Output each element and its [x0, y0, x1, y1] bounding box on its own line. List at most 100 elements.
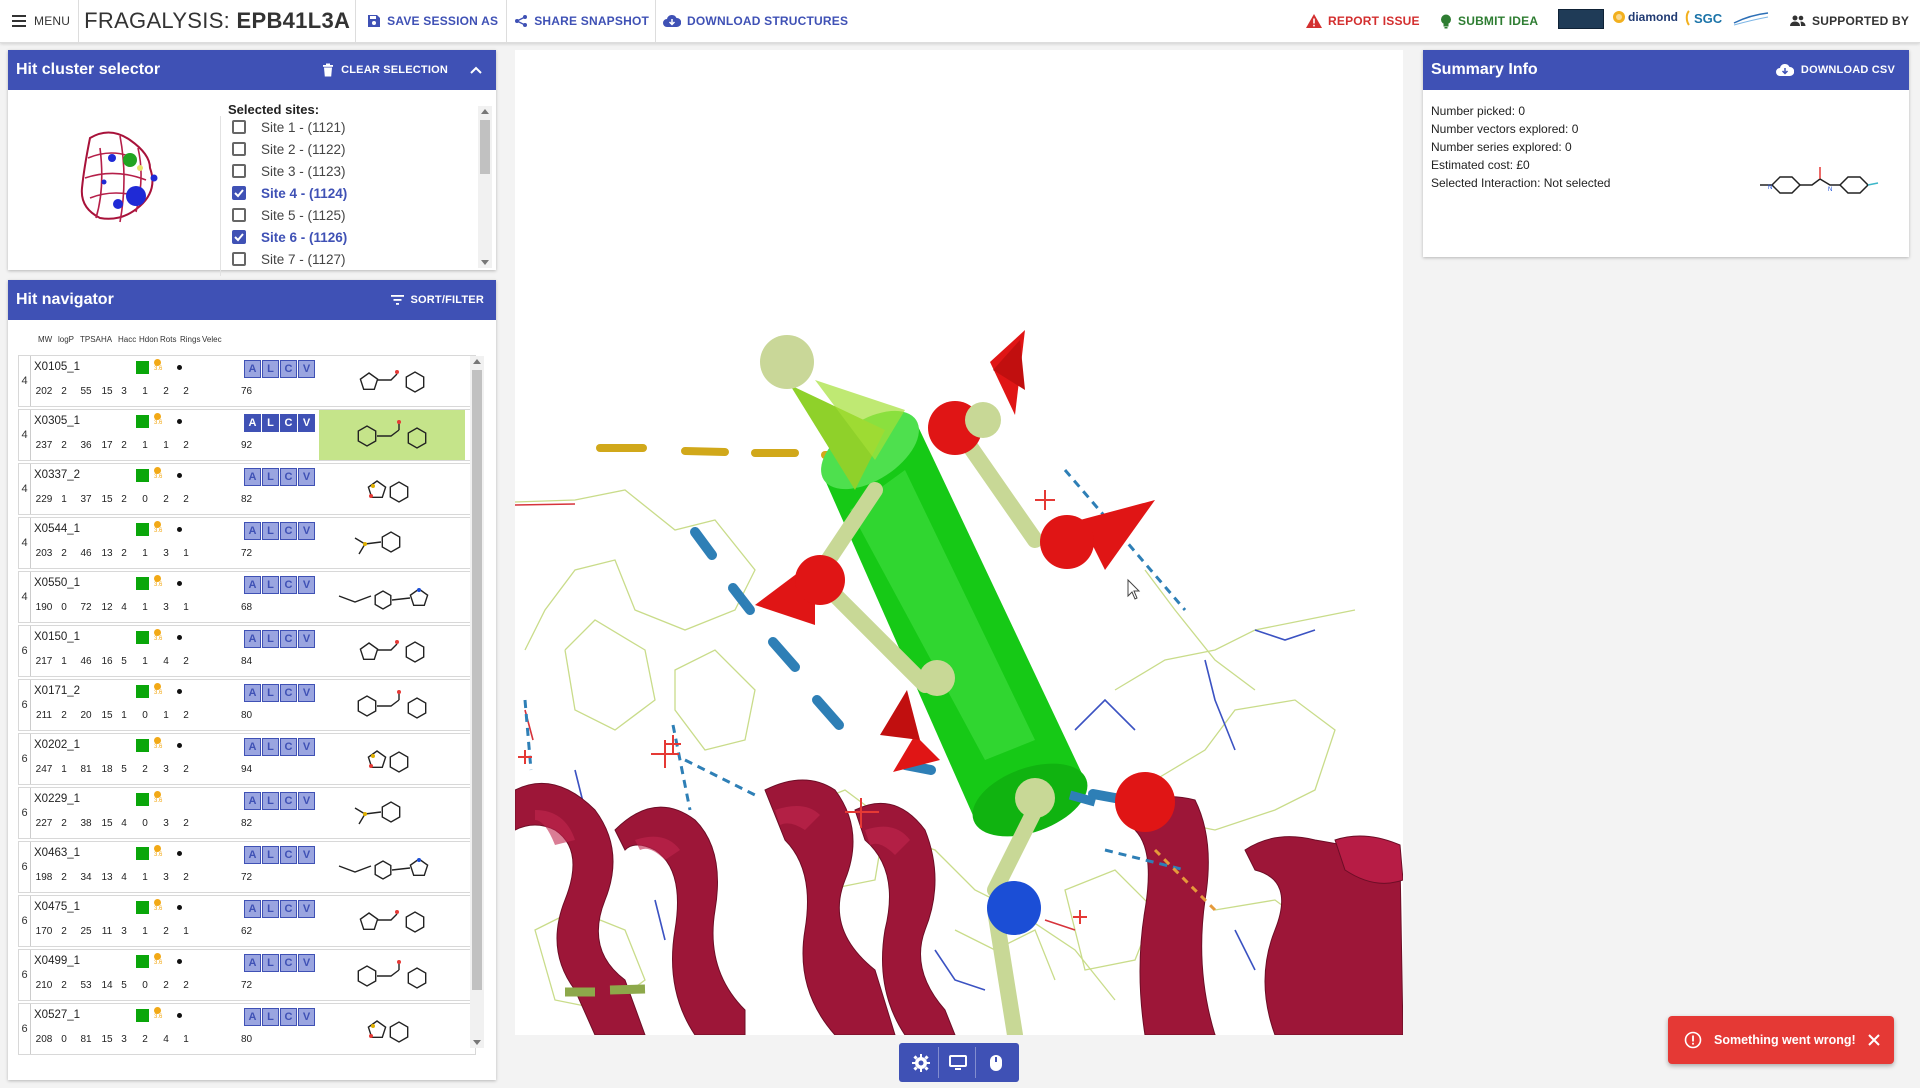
column-header[interactable]: Velec — [202, 335, 222, 344]
toggle-l[interactable]: L — [262, 360, 279, 378]
toggle-v[interactable]: V — [298, 900, 315, 918]
hit-row[interactable]: 6 X0527_1 3.6 A L C V 208 0 81 15 3 2 4 1 80 — [18, 1003, 476, 1055]
report-issue-button[interactable]: REPORT ISSUE — [1306, 14, 1420, 28]
toggle-a[interactable]: A — [244, 630, 261, 648]
toggle-a[interactable]: A — [244, 1008, 261, 1026]
toggle-l[interactable]: L — [262, 1008, 279, 1026]
molecule-3d-viewer[interactable] — [515, 50, 1403, 1035]
toggle-l[interactable]: L — [262, 954, 279, 972]
toggle-c[interactable]: C — [280, 900, 297, 918]
scroll-up-arrow[interactable] — [481, 109, 489, 114]
column-header[interactable]: Rings — [180, 335, 200, 344]
toggle-v[interactable]: V — [298, 414, 315, 432]
status-green-square[interactable] — [136, 577, 149, 590]
hit-molecule-thumbnail[interactable] — [319, 842, 465, 892]
toggle-c[interactable]: C — [280, 738, 297, 756]
site-checkbox-row[interactable]: Site 5 - (1125) — [221, 204, 496, 226]
status-green-square[interactable] — [136, 469, 149, 482]
toggle-l[interactable]: L — [262, 738, 279, 756]
collapse-button[interactable] — [470, 66, 482, 74]
toggle-a[interactable]: A — [244, 954, 261, 972]
toggle-c[interactable]: C — [280, 360, 297, 378]
scroll-thumb[interactable] — [480, 120, 490, 174]
scroll-down-arrow[interactable] — [473, 1040, 481, 1045]
toggle-c[interactable]: C — [280, 468, 297, 486]
hit-row[interactable]: 4 X0105_1 3.6 A L C V 202 2 55 15 3 1 2 2 76 — [18, 355, 476, 407]
download-csv-button[interactable]: DOWNLOAD CSV — [1775, 63, 1895, 77]
toggle-v[interactable]: V — [298, 738, 315, 756]
site-checkbox-row[interactable]: Site 7 - (1127) — [221, 248, 496, 270]
hit-row[interactable]: 6 X0171_2 3.6 A L C V 211 2 20 15 1 0 1 2 80 — [18, 679, 476, 731]
sort-filter-button[interactable]: SORT/FILTER — [390, 294, 485, 306]
submit-idea-button[interactable]: SUBMIT IDEA — [1440, 14, 1538, 29]
hit-row[interactable]: 6 X0229_1 3.6 A L C V 227 2 38 15 4 0 3 2 82 — [18, 787, 476, 839]
toggle-a[interactable]: A — [244, 900, 261, 918]
toggle-v[interactable]: V — [298, 792, 315, 810]
toggle-a[interactable]: A — [244, 846, 261, 864]
checkbox[interactable] — [232, 208, 246, 222]
hit-molecule-thumbnail[interactable] — [319, 410, 465, 460]
toggle-c[interactable]: C — [280, 414, 297, 432]
checkbox[interactable] — [232, 252, 246, 266]
toggle-a[interactable]: A — [244, 468, 261, 486]
toggle-l[interactable]: L — [262, 468, 279, 486]
status-green-square[interactable] — [136, 631, 149, 644]
share-snapshot-button[interactable]: SHARE SNAPSHOT — [514, 14, 649, 28]
toggle-c[interactable]: C — [280, 1008, 297, 1026]
toggle-c[interactable]: C — [280, 630, 297, 648]
hit-molecule-thumbnail[interactable] — [319, 1004, 465, 1054]
checkbox[interactable] — [232, 142, 246, 156]
toggle-c[interactable]: C — [280, 954, 297, 972]
hit-molecule-thumbnail[interactable] — [319, 572, 465, 622]
display-button[interactable] — [942, 1047, 976, 1078]
checkbox[interactable] — [232, 164, 246, 178]
site-checkbox-row[interactable]: Site 1 - (1121) — [221, 116, 496, 138]
hit-row[interactable]: 4 X0305_1 3.6 A L C V 237 2 36 17 2 1 1 2 92 — [18, 409, 476, 461]
hit-molecule-thumbnail[interactable] — [319, 464, 465, 514]
status-green-square[interactable] — [136, 685, 149, 698]
close-icon[interactable] — [1868, 1034, 1880, 1046]
hit-row[interactable]: 6 X0475_1 3.6 A L C V 170 2 25 11 3 1 2 1 62 — [18, 895, 476, 947]
toggle-v[interactable]: V — [298, 684, 315, 702]
toggle-a[interactable]: A — [244, 684, 261, 702]
toggle-v[interactable]: V — [298, 360, 315, 378]
column-header[interactable]: TPSA — [80, 335, 101, 344]
toggle-c[interactable]: C — [280, 576, 297, 594]
mouse-controls-button[interactable] — [979, 1047, 1013, 1078]
hit-row[interactable]: 6 X0202_1 3.6 A L C V 247 1 81 18 5 2 3 2 94 — [18, 733, 476, 785]
column-header[interactable]: logP — [58, 335, 74, 344]
status-green-square[interactable] — [136, 739, 149, 752]
toggle-c[interactable]: C — [280, 792, 297, 810]
status-green-square[interactable] — [136, 415, 149, 428]
toggle-v[interactable]: V — [298, 522, 315, 540]
toggle-v[interactable]: V — [298, 630, 315, 648]
hit-molecule-thumbnail[interactable] — [319, 896, 465, 946]
hit-molecule-thumbnail[interactable] — [319, 788, 465, 838]
status-green-square[interactable] — [136, 955, 149, 968]
hit-molecule-thumbnail[interactable] — [319, 680, 465, 730]
site-list-scrollbar[interactable] — [478, 106, 492, 268]
toggle-l[interactable]: L — [262, 522, 279, 540]
toggle-l[interactable]: L — [262, 684, 279, 702]
hit-molecule-thumbnail[interactable] — [319, 356, 465, 406]
checkbox-checked[interactable] — [232, 230, 246, 244]
scroll-thumb[interactable] — [472, 370, 482, 990]
toggle-v[interactable]: V — [298, 1008, 315, 1026]
status-green-square[interactable] — [136, 847, 149, 860]
site-checkbox-row[interactable]: Site 6 - (1126) — [221, 226, 496, 248]
scroll-up-arrow[interactable] — [473, 359, 481, 364]
column-header[interactable]: MW — [38, 335, 52, 344]
hit-row[interactable]: 4 X0337_2 3.6 A L C V 229 1 37 15 2 0 2 2 82 — [18, 463, 476, 515]
toggle-v[interactable]: V — [298, 846, 315, 864]
toggle-a[interactable]: A — [244, 792, 261, 810]
scroll-down-arrow[interactable] — [481, 260, 489, 265]
toggle-l[interactable]: L — [262, 576, 279, 594]
site-checkbox-row[interactable]: Site 2 - (1122) — [221, 138, 496, 160]
hit-row[interactable]: 4 X0550_1 3.6 A L C V 190 0 72 12 4 1 3 1 68 — [18, 571, 476, 623]
hit-row[interactable]: 6 X0499_1 3.6 A L C V 210 2 53 14 5 0 2 2 72 — [18, 949, 476, 1001]
toggle-l[interactable]: L — [262, 414, 279, 432]
toggle-l[interactable]: L — [262, 900, 279, 918]
toggle-a[interactable]: A — [244, 576, 261, 594]
hit-row[interactable]: 4 X0544_1 3.6 A L C V 203 2 46 13 2 1 3 1 72 — [18, 517, 476, 569]
hit-row[interactable]: 6 X0150_1 3.6 A L C V 217 1 46 16 5 1 4 2 84 — [18, 625, 476, 677]
